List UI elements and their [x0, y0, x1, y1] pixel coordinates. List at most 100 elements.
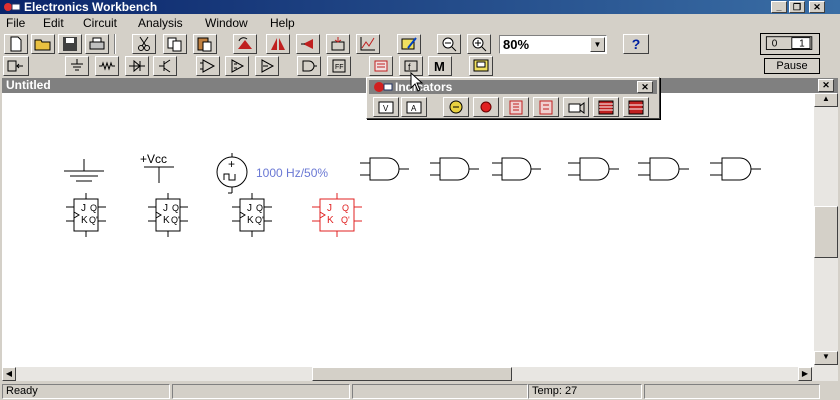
copy-button[interactable] [163, 34, 187, 54]
flip-vertical-icon [301, 39, 313, 49]
power-switch[interactable]: 0 1 [760, 33, 820, 55]
svg-text:Q: Q [172, 203, 179, 213]
open-button[interactable] [31, 34, 55, 54]
menu-edit[interactable]: Edit [43, 16, 64, 30]
rotate-button[interactable] [233, 34, 257, 54]
vcc-label: +Vcc [140, 152, 167, 166]
mixed-ics-bin-button[interactable] [225, 56, 249, 76]
flip-horizontal-button[interactable] [266, 34, 290, 54]
menu-file[interactable]: File [6, 16, 25, 30]
flip-vertical-button[interactable] [296, 34, 320, 54]
close-button[interactable]: ✕ [809, 1, 825, 13]
menu-help[interactable]: Help [270, 16, 295, 30]
jk-flip-flop-selected[interactable]: J K Q Q' [312, 193, 362, 237]
decoded-display-icon [539, 100, 553, 114]
paste-button[interactable] [193, 34, 217, 54]
menu-circuit[interactable]: Circuit [83, 16, 117, 30]
graphs-button[interactable] [356, 34, 380, 54]
ammeter-button[interactable]: A [401, 97, 427, 117]
vertical-scroll-thumb[interactable] [814, 206, 838, 258]
svg-text:Q: Q [342, 203, 349, 213]
scroll-right-arrow-icon[interactable]: ▶ [798, 367, 812, 381]
print-button[interactable] [85, 34, 109, 54]
and-gate[interactable] [710, 157, 761, 181]
component-properties-button[interactable] [397, 34, 421, 54]
svg-text:J: J [247, 203, 252, 214]
and-gate-icon [302, 60, 317, 72]
zoom-select[interactable]: 80% ▼ [499, 35, 607, 54]
indicators-icon [374, 60, 388, 72]
new-button[interactable] [4, 34, 28, 54]
seven-segment-display-button[interactable] [503, 97, 529, 117]
zoom-out-button[interactable] [437, 34, 461, 54]
horizontal-scrollbar[interactable]: ◀ ▶ [2, 367, 814, 381]
printer-icon [89, 37, 105, 50]
and-gate[interactable] [638, 157, 689, 181]
help-button[interactable]: ? [623, 34, 649, 54]
cut-button[interactable] [132, 34, 156, 54]
jk-flip-flop[interactable]: J K Q Q' [232, 193, 272, 237]
and-gate-row [360, 157, 761, 181]
transistors-bin-button[interactable] [153, 56, 177, 76]
chevron-down-icon[interactable]: ▼ [590, 37, 605, 52]
sources-bin-button[interactable] [65, 56, 89, 76]
vcc-symbol[interactable]: +Vcc [140, 152, 174, 183]
pause-button[interactable]: Pause [764, 58, 820, 74]
zoom-in-button[interactable] [467, 34, 491, 54]
and-gate[interactable] [360, 157, 409, 181]
menu-window[interactable]: Window [205, 16, 248, 30]
transistor-icon [159, 59, 171, 73]
miscellaneous-bin-button[interactable]: M [428, 56, 452, 76]
svg-text:J: J [327, 203, 332, 214]
title-bar: Electronics Workbench _ ❐ ✕ [0, 0, 840, 14]
svg-text:K: K [247, 215, 254, 226]
parts-bin-toolbar: FF f M [0, 56, 760, 78]
and-gate[interactable] [430, 157, 479, 181]
voltmeter-button[interactable]: V [373, 97, 399, 117]
bargraph-button[interactable] [593, 97, 619, 117]
basic-bin-button[interactable] [95, 56, 119, 76]
jk-flip-flop[interactable]: J K Q Q' [66, 193, 106, 237]
vertical-scrollbar[interactable]: ▲ ▼ [814, 93, 838, 381]
digital-bin-button[interactable]: FF [327, 56, 351, 76]
jk-flip-flop[interactable]: J K Q Q' [148, 193, 188, 237]
clock-label: 1000 Hz/50% [256, 166, 328, 180]
clock-source[interactable]: + 1000 Hz/50% [216, 153, 328, 194]
scroll-down-arrow-icon[interactable]: ▼ [814, 351, 838, 365]
circuit-canvas[interactable]: +Vcc + 1000 Hz/50% J K Q Q' J K Q Q' J K… [2, 93, 814, 367]
buzzer-button[interactable] [563, 97, 589, 117]
scroll-up-arrow-icon[interactable]: ▲ [814, 93, 838, 107]
red-probe-button[interactable] [473, 97, 499, 117]
instruments-bin-button[interactable] [469, 56, 493, 76]
open-folder-icon [34, 39, 51, 51]
digital-ics-bin-button[interactable] [255, 56, 279, 76]
decoded-display-button[interactable] [533, 97, 559, 117]
indicators-close-button[interactable]: ✕ [637, 81, 653, 93]
and-gate[interactable] [492, 157, 541, 181]
minimize-button[interactable]: _ [771, 1, 787, 13]
indicators-bin-button[interactable] [369, 56, 393, 76]
logic-gates-bin-button[interactable] [297, 56, 321, 76]
status-pane-empty [352, 384, 528, 399]
circuit-close-button[interactable]: ✕ [818, 79, 834, 92]
scroll-left-arrow-icon[interactable]: ◀ [2, 367, 16, 381]
favorites-bin-button[interactable] [3, 56, 29, 76]
create-subcircuit-button[interactable] [326, 34, 350, 54]
and-gate[interactable] [568, 157, 619, 181]
bulb-icon [449, 100, 463, 113]
standard-toolbar: ? [0, 34, 840, 56]
svg-text:1: 1 [799, 39, 805, 50]
menu-analysis[interactable]: Analysis [138, 16, 183, 30]
graph-icon [360, 37, 375, 51]
ground-symbol[interactable] [64, 159, 104, 182]
decoded-bargraph-button[interactable] [623, 97, 649, 117]
resistor-icon [99, 61, 115, 71]
maximize-button[interactable]: ❐ [789, 1, 805, 13]
horizontal-scroll-thumb[interactable] [312, 367, 512, 381]
analog-ics-bin-button[interactable] [196, 56, 220, 76]
save-button[interactable] [58, 34, 82, 54]
flip-horizontal-icon [271, 38, 285, 50]
paste-clipboard-icon [197, 37, 212, 52]
diodes-bin-button[interactable] [125, 56, 149, 76]
bulb-button[interactable] [443, 97, 469, 117]
